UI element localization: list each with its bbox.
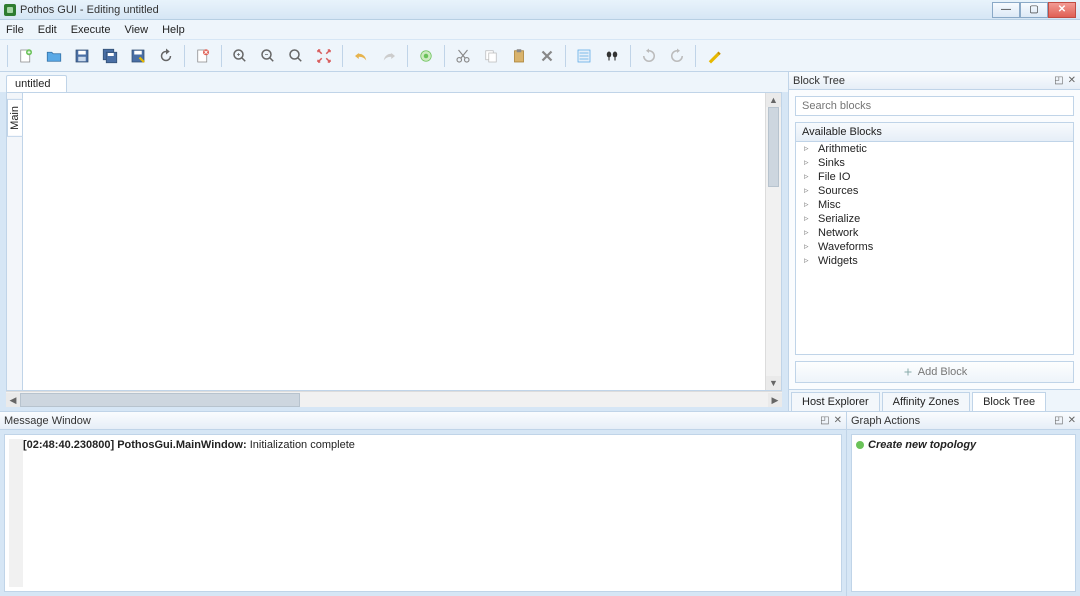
document-tabstrip: untitled [0,72,788,92]
find-icon[interactable] [599,43,625,69]
vertical-scrollbar[interactable]: ▲ ▼ [765,93,781,390]
block-category[interactable]: Sources [796,184,1073,198]
close-button[interactable]: ✕ [1048,2,1076,18]
open-file-icon[interactable] [41,43,67,69]
menu-edit[interactable]: Edit [38,24,57,36]
block-category[interactable]: Widgets [796,254,1073,268]
menu-execute[interactable]: Execute [71,24,111,36]
copy-icon[interactable] [478,43,504,69]
undo-icon[interactable] [348,43,374,69]
available-blocks-header: Available Blocks [796,123,1073,142]
block-tree-body: Available Blocks Arithmetic Sinks File I… [789,90,1080,389]
block-category[interactable]: Waveforms [796,240,1073,254]
reload-icon[interactable] [153,43,179,69]
properties-icon[interactable] [701,43,727,69]
scroll-right-icon[interactable]: ▶ [768,393,782,407]
window-titlebar: Pothos GUI - Editing untitled — ▢ ✕ [0,0,1080,20]
message-text: Initialization complete [250,439,355,451]
graph-action-item[interactable]: Create new topology [856,439,1071,451]
plus-icon [902,366,914,378]
graph-actions-body: Create new topology [851,434,1076,592]
menu-view[interactable]: View [124,24,148,36]
tab-affinity-zones[interactable]: Affinity Zones [882,392,970,411]
zoom-out-icon[interactable] [255,43,281,69]
scroll-down-icon[interactable]: ▼ [766,376,781,390]
panel-close-icon[interactable]: ✕ [1068,75,1076,86]
document-tab[interactable]: untitled [6,75,67,92]
block-category[interactable]: Network [796,226,1073,240]
maximize-button[interactable]: ▢ [1020,2,1048,18]
dock-toggle-icon[interactable]: ◰ [1054,75,1063,86]
save-all-icon[interactable] [97,43,123,69]
menu-bar: File Edit Execute View Help [0,20,1080,40]
block-list[interactable]: Available Blocks Arithmetic Sinks File I… [795,122,1074,355]
graph-actions-header: Graph Actions ◰ ✕ [847,412,1080,430]
hscroll-thumb[interactable] [20,393,300,407]
canvas-tab-main[interactable]: Main [7,99,23,137]
message-window: Message Window ◰ ✕ [02:48:40.230800] Pot… [0,412,846,596]
message-window-title: Message Window [4,415,91,427]
search-input[interactable] [795,96,1074,116]
graph-canvas[interactable] [23,93,765,390]
rotate-left-icon[interactable] [636,43,662,69]
graph-canvas-container: Main ▲ ▼ [6,92,782,391]
block-tree-title: Block Tree [793,75,845,87]
app-icon [4,4,16,16]
panel-close-icon[interactable]: ✕ [1068,415,1076,426]
window-controls: — ▢ ✕ [992,2,1076,18]
zoom-in-icon[interactable] [227,43,253,69]
save-icon[interactable] [69,43,95,69]
window-title: Pothos GUI - Editing untitled [20,4,159,16]
dock-toggle-icon[interactable]: ◰ [820,415,829,426]
message-window-header: Message Window ◰ ✕ [0,412,846,430]
block-category[interactable]: Arithmetic [796,142,1073,156]
graph-action-label: Create new topology [868,439,976,451]
add-block-button[interactable]: Add Block [795,361,1074,383]
horizontal-scrollbar[interactable]: ◀ ▶ [6,391,782,407]
new-file-icon[interactable] [13,43,39,69]
block-category[interactable]: Misc [796,198,1073,212]
redo-icon[interactable] [376,43,402,69]
block-category[interactable]: File IO [796,170,1073,184]
rotate-right-icon[interactable] [664,43,690,69]
block-tree-header: Block Tree ◰ ✕ [789,72,1080,90]
delete-icon[interactable] [534,43,560,69]
close-tab-icon[interactable] [190,43,216,69]
save-as-icon[interactable] [125,43,151,69]
menu-help[interactable]: Help [162,24,185,36]
minimize-button[interactable]: — [992,2,1020,18]
zoom-orig-icon[interactable] [283,43,309,69]
menu-file[interactable]: File [6,24,24,36]
toolbar [0,40,1080,72]
canvas-tab-strip: Main [7,93,23,390]
graph-actions-panel: Graph Actions ◰ ✕ Create new topology [846,412,1080,596]
message-scrollbar[interactable] [9,439,23,587]
scroll-up-icon[interactable]: ▲ [766,93,781,107]
message-line: [02:48:40.230800] PothosGui.MainWindow: … [23,439,837,587]
cut-icon[interactable] [450,43,476,69]
right-bottom-tabs: Host Explorer Affinity Zones Block Tree [789,389,1080,411]
scroll-left-icon[interactable]: ◀ [6,393,20,407]
scroll-thumb[interactable] [768,107,779,187]
block-category[interactable]: Sinks [796,156,1073,170]
activate-icon[interactable] [413,43,439,69]
status-dot-icon [856,441,864,449]
add-block-label: Add Block [918,366,968,378]
dock-toggle-icon[interactable]: ◰ [1054,415,1063,426]
panel-close-icon[interactable]: ✕ [834,415,842,426]
tab-host-explorer[interactable]: Host Explorer [791,392,880,411]
message-window-body: [02:48:40.230800] PothosGui.MainWindow: … [4,434,842,592]
tab-block-tree[interactable]: Block Tree [972,392,1046,411]
block-category[interactable]: Serialize [796,212,1073,226]
graph-actions-title: Graph Actions [851,415,920,427]
fit-icon[interactable] [311,43,337,69]
message-source: PothosGui.MainWindow: [117,439,246,451]
select-all-icon[interactable] [571,43,597,69]
paste-icon[interactable] [506,43,532,69]
message-timestamp: [02:48:40.230800] [23,439,114,451]
